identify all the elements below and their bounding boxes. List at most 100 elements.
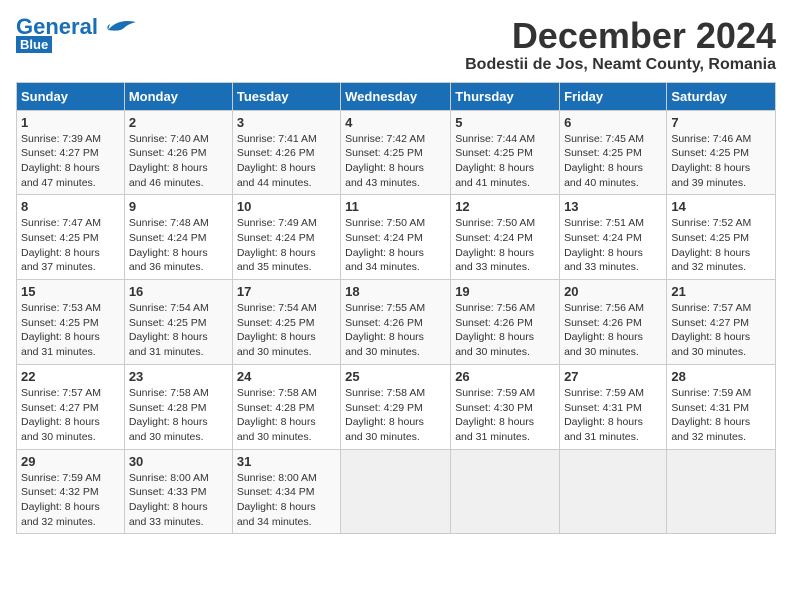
day-detail: Sunrise: 7:52 AM Sunset: 4:25 PM Dayligh… bbox=[671, 216, 771, 275]
day-cell: 20 Sunrise: 7:56 AM Sunset: 4:26 PM Dayli… bbox=[560, 280, 667, 365]
day-number: 15 bbox=[21, 284, 120, 299]
day-cell: 16 Sunrise: 7:54 AM Sunset: 4:25 PM Dayli… bbox=[124, 280, 232, 365]
day-detail: Sunrise: 7:49 AM Sunset: 4:24 PM Dayligh… bbox=[237, 216, 336, 275]
day-number: 1 bbox=[21, 115, 120, 130]
day-detail: Sunrise: 7:46 AM Sunset: 4:25 PM Dayligh… bbox=[671, 132, 771, 191]
day-detail: Sunrise: 7:56 AM Sunset: 4:26 PM Dayligh… bbox=[455, 301, 555, 360]
day-cell bbox=[451, 449, 560, 534]
day-number: 26 bbox=[455, 369, 555, 384]
day-detail: Sunrise: 7:47 AM Sunset: 4:25 PM Dayligh… bbox=[21, 216, 120, 275]
day-cell: 8 Sunrise: 7:47 AM Sunset: 4:25 PM Daylig… bbox=[17, 195, 125, 280]
week-row-0: 1 Sunrise: 7:39 AM Sunset: 4:27 PM Daylig… bbox=[17, 110, 776, 195]
day-cell bbox=[341, 449, 451, 534]
logo-bird-icon bbox=[100, 16, 136, 38]
day-detail: Sunrise: 7:57 AM Sunset: 4:27 PM Dayligh… bbox=[671, 301, 771, 360]
day-number: 12 bbox=[455, 199, 555, 214]
day-cell: 24Sunrise: 7:58 AM Sunset: 4:28 PM Dayli… bbox=[232, 364, 340, 449]
day-number: 27 bbox=[564, 369, 662, 384]
logo-blue-text: Blue bbox=[16, 36, 52, 53]
day-detail: Sunrise: 7:58 AM Sunset: 4:29 PM Dayligh… bbox=[345, 386, 446, 445]
day-number: 23 bbox=[129, 369, 228, 384]
day-number: 3 bbox=[237, 115, 336, 130]
day-detail: Sunrise: 7:50 AM Sunset: 4:24 PM Dayligh… bbox=[455, 216, 555, 275]
day-cell: 31Sunrise: 8:00 AM Sunset: 4:34 PM Dayli… bbox=[232, 449, 340, 534]
day-cell: 1 Sunrise: 7:39 AM Sunset: 4:27 PM Daylig… bbox=[17, 110, 125, 195]
header-row: SundayMondayTuesdayWednesdayThursdayFrid… bbox=[17, 82, 776, 110]
day-number: 5 bbox=[455, 115, 555, 130]
day-cell: 4Sunrise: 7:42 AM Sunset: 4:25 PM Daylig… bbox=[341, 110, 451, 195]
day-number: 7 bbox=[671, 115, 771, 130]
day-detail: Sunrise: 8:00 AM Sunset: 4:33 PM Dayligh… bbox=[129, 471, 228, 530]
day-cell: 17 Sunrise: 7:54 AM Sunset: 4:25 PM Dayli… bbox=[232, 280, 340, 365]
day-number: 25 bbox=[345, 369, 446, 384]
col-header-wednesday: Wednesday bbox=[341, 82, 451, 110]
day-cell: 18 Sunrise: 7:55 AM Sunset: 4:26 PM Dayli… bbox=[341, 280, 451, 365]
day-cell: 25 Sunrise: 7:58 AM Sunset: 4:29 PM Dayli… bbox=[341, 364, 451, 449]
day-detail: Sunrise: 7:44 AM Sunset: 4:25 PM Dayligh… bbox=[455, 132, 555, 191]
week-row-1: 8 Sunrise: 7:47 AM Sunset: 4:25 PM Daylig… bbox=[17, 195, 776, 280]
day-number: 6 bbox=[564, 115, 662, 130]
day-number: 8 bbox=[21, 199, 120, 214]
day-cell: 5 Sunrise: 7:44 AM Sunset: 4:25 PM Daylig… bbox=[451, 110, 560, 195]
day-cell: 2 Sunrise: 7:40 AM Sunset: 4:26 PM Daylig… bbox=[124, 110, 232, 195]
day-cell: 29Sunrise: 7:59 AM Sunset: 4:32 PM Dayli… bbox=[17, 449, 125, 534]
day-cell: 23Sunrise: 7:58 AM Sunset: 4:28 PM Dayli… bbox=[124, 364, 232, 449]
day-detail: Sunrise: 7:41 AM Sunset: 4:26 PM Dayligh… bbox=[237, 132, 336, 191]
page-header: General Blue December 2024 Bodestii de J… bbox=[16, 16, 776, 74]
title-block: December 2024 Bodestii de Jos, Neamt Cou… bbox=[465, 16, 776, 74]
day-detail: Sunrise: 8:00 AM Sunset: 4:34 PM Dayligh… bbox=[237, 471, 336, 530]
day-number: 10 bbox=[237, 199, 336, 214]
day-detail: Sunrise: 7:59 AM Sunset: 4:31 PM Dayligh… bbox=[564, 386, 662, 445]
day-number: 29 bbox=[21, 454, 120, 469]
day-number: 13 bbox=[564, 199, 662, 214]
col-header-sunday: Sunday bbox=[17, 82, 125, 110]
day-cell: 27 Sunrise: 7:59 AM Sunset: 4:31 PM Dayli… bbox=[560, 364, 667, 449]
day-detail: Sunrise: 7:48 AM Sunset: 4:24 PM Dayligh… bbox=[129, 216, 228, 275]
day-detail: Sunrise: 7:54 AM Sunset: 4:25 PM Dayligh… bbox=[237, 301, 336, 360]
day-number: 24 bbox=[237, 369, 336, 384]
calendar-table: SundayMondayTuesdayWednesdayThursdayFrid… bbox=[16, 82, 776, 535]
day-number: 19 bbox=[455, 284, 555, 299]
day-cell: 13 Sunrise: 7:51 AM Sunset: 4:24 PM Dayli… bbox=[560, 195, 667, 280]
day-detail: Sunrise: 7:51 AM Sunset: 4:24 PM Dayligh… bbox=[564, 216, 662, 275]
day-cell: 9 Sunrise: 7:48 AM Sunset: 4:24 PM Daylig… bbox=[124, 195, 232, 280]
day-cell: 3 Sunrise: 7:41 AM Sunset: 4:26 PM Daylig… bbox=[232, 110, 340, 195]
day-number: 17 bbox=[237, 284, 336, 299]
day-detail: Sunrise: 7:50 AM Sunset: 4:24 PM Dayligh… bbox=[345, 216, 446, 275]
day-detail: Sunrise: 7:55 AM Sunset: 4:26 PM Dayligh… bbox=[345, 301, 446, 360]
day-detail: Sunrise: 7:39 AM Sunset: 4:27 PM Dayligh… bbox=[21, 132, 120, 191]
day-detail: Sunrise: 7:42 AM Sunset: 4:25 PM Dayligh… bbox=[345, 132, 446, 191]
day-number: 11 bbox=[345, 199, 446, 214]
week-row-2: 15 Sunrise: 7:53 AM Sunset: 4:25 PM Dayli… bbox=[17, 280, 776, 365]
day-number: 14 bbox=[671, 199, 771, 214]
day-cell: 10 Sunrise: 7:49 AM Sunset: 4:24 PM Dayli… bbox=[232, 195, 340, 280]
day-number: 2 bbox=[129, 115, 228, 130]
logo-text: General bbox=[16, 16, 98, 38]
day-cell: 14 Sunrise: 7:52 AM Sunset: 4:25 PM Dayli… bbox=[667, 195, 776, 280]
day-number: 22 bbox=[21, 369, 120, 384]
day-detail: Sunrise: 7:45 AM Sunset: 4:25 PM Dayligh… bbox=[564, 132, 662, 191]
day-cell: 6 Sunrise: 7:45 AM Sunset: 4:25 PM Daylig… bbox=[560, 110, 667, 195]
day-cell: 12 Sunrise: 7:50 AM Sunset: 4:24 PM Dayli… bbox=[451, 195, 560, 280]
day-number: 9 bbox=[129, 199, 228, 214]
day-cell: 7 Sunrise: 7:46 AM Sunset: 4:25 PM Daylig… bbox=[667, 110, 776, 195]
day-number: 28 bbox=[671, 369, 771, 384]
day-detail: Sunrise: 7:53 AM Sunset: 4:25 PM Dayligh… bbox=[21, 301, 120, 360]
day-detail: Sunrise: 7:59 AM Sunset: 4:31 PM Dayligh… bbox=[671, 386, 771, 445]
day-detail: Sunrise: 7:54 AM Sunset: 4:25 PM Dayligh… bbox=[129, 301, 228, 360]
day-detail: Sunrise: 7:56 AM Sunset: 4:26 PM Dayligh… bbox=[564, 301, 662, 360]
logo: General Blue bbox=[16, 16, 136, 53]
day-cell bbox=[560, 449, 667, 534]
day-number: 18 bbox=[345, 284, 446, 299]
day-cell: 30 Sunrise: 8:00 AM Sunset: 4:33 PM Dayli… bbox=[124, 449, 232, 534]
day-number: 16 bbox=[129, 284, 228, 299]
col-header-tuesday: Tuesday bbox=[232, 82, 340, 110]
day-number: 21 bbox=[671, 284, 771, 299]
day-cell bbox=[667, 449, 776, 534]
day-cell: 26Sunrise: 7:59 AM Sunset: 4:30 PM Dayli… bbox=[451, 364, 560, 449]
day-detail: Sunrise: 7:40 AM Sunset: 4:26 PM Dayligh… bbox=[129, 132, 228, 191]
day-number: 30 bbox=[129, 454, 228, 469]
col-header-monday: Monday bbox=[124, 82, 232, 110]
day-number: 20 bbox=[564, 284, 662, 299]
month-title: December 2024 bbox=[465, 16, 776, 56]
